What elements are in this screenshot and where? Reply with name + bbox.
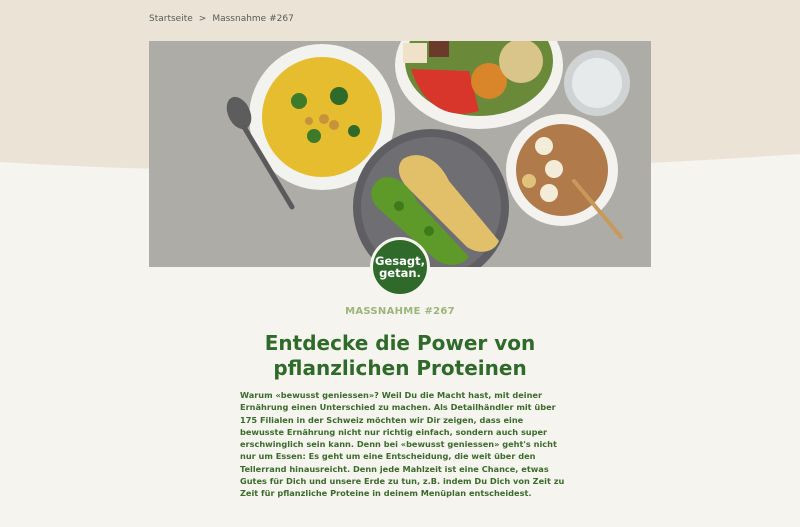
article-kicker: MASSNAHME #267 <box>345 306 455 317</box>
gesagt-getan-badge: Gesagt, getan. <box>370 237 430 297</box>
hero-image <box>149 41 651 267</box>
water-glass <box>564 50 630 116</box>
article-title: Entdecke die Power von pflanzlichen Prot… <box>264 331 536 380</box>
breadcrumb-separator: > <box>198 14 207 24</box>
breadcrumb-current: Massnahme #267 <box>212 14 294 24</box>
badge-line-2: getan. <box>379 266 421 280</box>
article-body: Warum «bewusst geniessen»? Weil Du die M… <box>240 390 565 499</box>
breadcrumb: Startseite > Massnahme #267 <box>149 14 294 24</box>
breadcrumb-home-link[interactable]: Startseite <box>149 14 193 24</box>
